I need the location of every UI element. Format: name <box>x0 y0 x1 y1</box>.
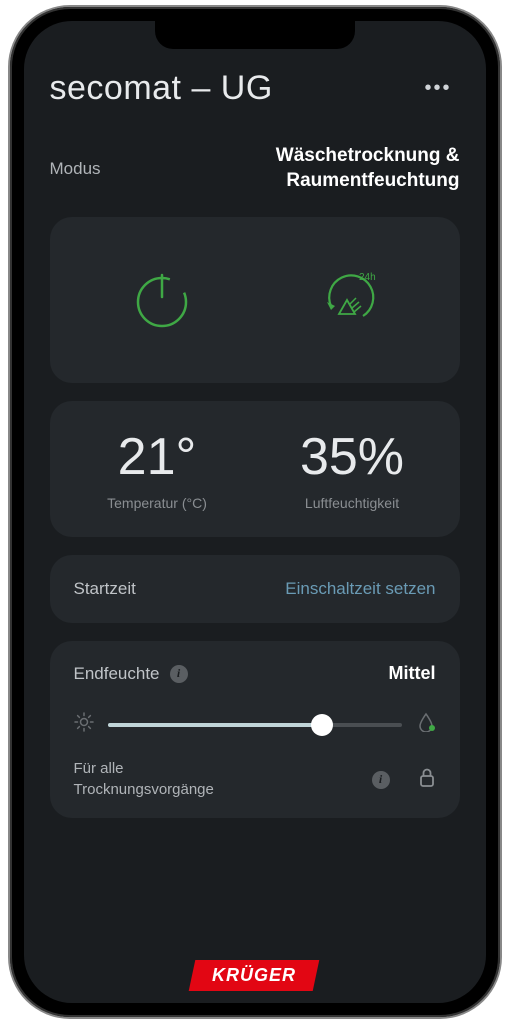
brand-text: KRÜGER <box>212 965 296 986</box>
mode-value-line1: Wäschetrocknung & <box>276 144 460 169</box>
header: secomat – UG ••• <box>50 69 460 108</box>
notch <box>155 21 355 49</box>
sun-icon <box>74 712 94 737</box>
info-icon-2[interactable]: i <box>372 771 390 789</box>
page-title: secomat – UG <box>50 69 273 108</box>
temperature-label: Temperatur (°C) <box>60 495 255 511</box>
screen: secomat – UG ••• Modus Wäschetrocknung &… <box>24 21 486 1003</box>
phone-frame: secomat – UG ••• Modus Wäschetrocknung &… <box>10 7 500 1017</box>
temperature-value: 21° <box>60 431 255 483</box>
svg-text:24h: 24h <box>359 272 376 283</box>
footer-line2: Trocknungsvorgänge <box>74 780 214 800</box>
footer-icons: i <box>372 767 436 792</box>
end-humidity-value: Mittel <box>389 663 436 684</box>
controls-card: 24h <box>50 217 460 383</box>
more-menu-button[interactable]: ••• <box>416 69 459 108</box>
humidity-slider[interactable] <box>108 723 402 727</box>
info-icon[interactable]: i <box>170 665 188 683</box>
mode-row[interactable]: Modus Wäschetrocknung & Raumentfeuchtung <box>50 144 460 193</box>
power-icon <box>131 269 193 331</box>
end-humidity-label: Endfeuchte <box>74 664 160 684</box>
start-time-action: Einschaltzeit setzen <box>285 579 435 599</box>
mode-label: Modus <box>50 159 101 179</box>
auto-24h-button[interactable]: 24h <box>302 255 392 345</box>
brand-badge: KRÜGER <box>189 960 320 991</box>
mode-value: Wäschetrocknung & Raumentfeuchtung <box>276 144 460 193</box>
app-content: secomat – UG ••• Modus Wäschetrocknung &… <box>24 21 486 950</box>
footer-text: Für alle Trocknungsvorgänge <box>74 759 214 800</box>
humidity-label: Luftfeuchtigkeit <box>255 495 450 511</box>
power-button[interactable] <box>117 255 207 345</box>
temperature-stat: 21° Temperatur (°C) <box>60 431 255 511</box>
end-humidity-card: Endfeuchte i Mittel <box>50 641 460 818</box>
slider-thumb[interactable] <box>311 714 333 736</box>
humidity-slider-row <box>74 712 436 737</box>
start-time-card[interactable]: Startzeit Einschaltzeit setzen <box>50 555 460 623</box>
lock-icon[interactable] <box>418 767 436 792</box>
auto-24h-icon: 24h <box>313 266 381 334</box>
footer-line1: Für alle <box>74 759 214 779</box>
end-humidity-header: Endfeuchte i Mittel <box>74 663 436 684</box>
start-time-label: Startzeit <box>74 579 136 599</box>
mode-value-line2: Raumentfeuchtung <box>276 169 460 194</box>
brand-bar: KRÜGER <box>24 950 486 1003</box>
humidity-value: 35% <box>255 431 450 483</box>
end-humidity-left: Endfeuchte i <box>74 664 188 684</box>
droplet-icon <box>416 712 436 737</box>
humidity-footer: Für alle Trocknungsvorgänge i <box>74 759 436 800</box>
humidity-stat: 35% Luftfeuchtigkeit <box>255 431 450 511</box>
stats-card: 21° Temperatur (°C) 35% Luftfeuchtigkeit <box>50 401 460 537</box>
slider-fill <box>108 723 323 727</box>
